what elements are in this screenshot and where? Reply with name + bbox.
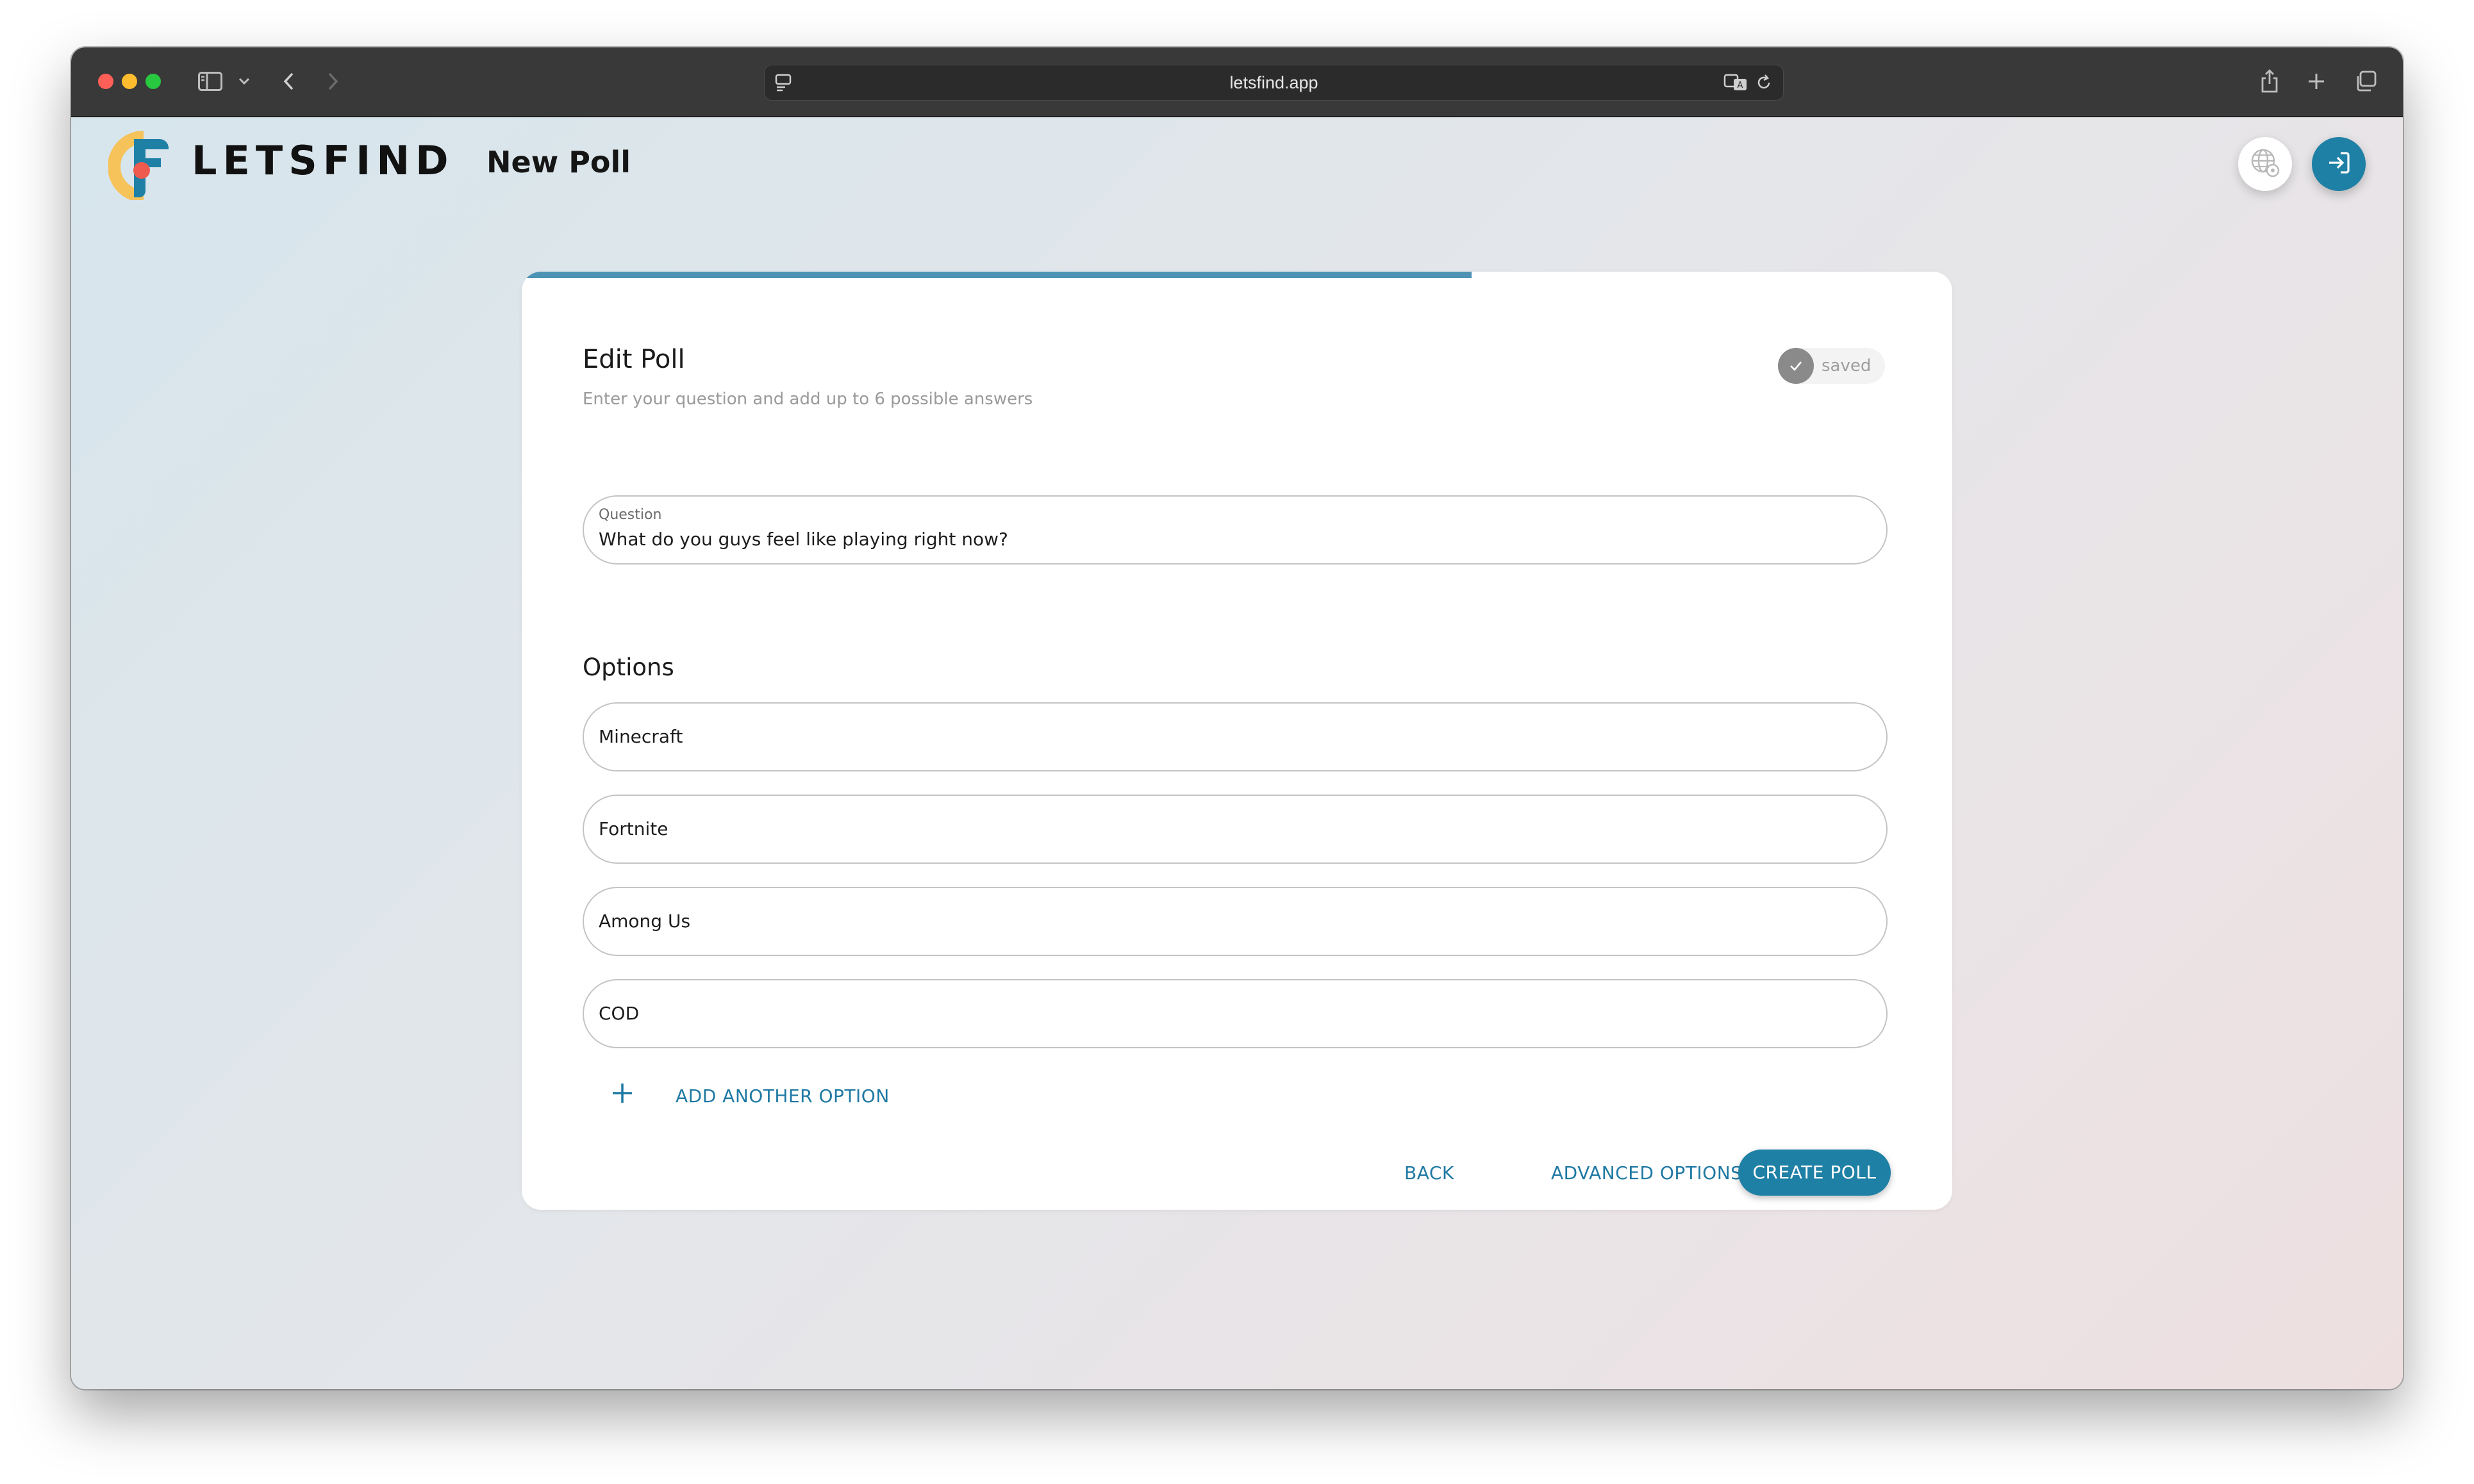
option-input-2[interactable]: Fortnite [583, 795, 1888, 864]
back-icon[interactable] [279, 68, 298, 95]
options-title: Options [583, 654, 674, 681]
card-subtitle: Enter your question and add up to 6 poss… [583, 390, 1033, 409]
browser-toolbar: letsfind.app A [71, 47, 2403, 117]
login-icon [2325, 149, 2352, 179]
option-input-3[interactable]: Among Us [583, 887, 1888, 956]
browser-window: letsfind.app A LETSFIND New Poll Edit Po… [71, 47, 2403, 1389]
option-value: Minecraft [599, 726, 683, 747]
create-poll-button[interactable]: CREATE POLL [1738, 1150, 1891, 1196]
brand-name[interactable]: LETSFIND [192, 137, 454, 184]
svg-text:A: A [1738, 81, 1743, 90]
reload-icon[interactable] [1755, 74, 1773, 94]
language-button[interactable] [2238, 137, 2292, 191]
tabs-overview-icon[interactable] [2353, 68, 2379, 95]
option-input-1[interactable]: Minecraft [583, 702, 1888, 771]
chevron-down-icon[interactable] [237, 68, 252, 95]
sidebar-icon[interactable] [197, 68, 224, 95]
option-value: Among Us [599, 911, 691, 932]
page-title: New Poll [486, 145, 631, 179]
new-tab-icon[interactable] [2305, 68, 2328, 95]
card-title: Edit Poll [583, 345, 685, 374]
saved-label: saved [1822, 356, 1872, 375]
progress-bar [522, 272, 1472, 278]
login-button[interactable] [2312, 137, 2366, 191]
plus-icon[interactable] [610, 1080, 635, 1106]
add-option-button[interactable]: ADD ANOTHER OPTION [676, 1085, 890, 1107]
address-bar[interactable]: letsfind.app A [764, 65, 1784, 101]
option-value: Fortnite [599, 818, 668, 839]
advanced-options-button[interactable]: ADVANCED OPTIONS [1551, 1162, 1742, 1183]
back-button[interactable]: BACK [1404, 1162, 1454, 1183]
close-window-button[interactable] [98, 74, 113, 89]
option-input-4[interactable]: COD [583, 979, 1888, 1048]
question-value: What do you guys feel like playing right… [599, 529, 1008, 550]
saved-badge: saved [1778, 348, 1886, 384]
option-value: COD [599, 1003, 640, 1024]
question-input[interactable]: Question What do you guys feel like play… [583, 495, 1888, 565]
share-icon[interactable] [2258, 68, 2281, 95]
forward-icon[interactable] [324, 68, 343, 95]
language-settings-icon [2248, 146, 2282, 182]
maximize-window-button[interactable] [145, 74, 161, 89]
letsfind-logo[interactable] [108, 129, 179, 202]
edit-poll-card: Edit Poll Enter your question and add up… [522, 272, 1952, 1210]
minimize-window-button[interactable] [122, 74, 137, 89]
translate-icon[interactable]: A [1723, 73, 1749, 95]
url-text: letsfind.app [1229, 73, 1318, 92]
question-label: Question [599, 507, 662, 523]
check-icon [1778, 348, 1814, 384]
